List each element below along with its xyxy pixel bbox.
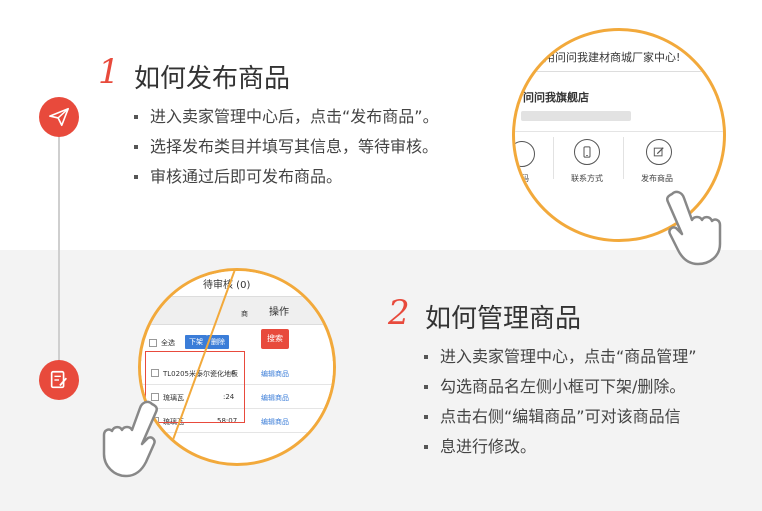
column-header-cut: 商 bbox=[241, 310, 248, 318]
hand-pointer-icon bbox=[102, 400, 159, 478]
edit-product-link[interactable]: 编辑商品 bbox=[261, 417, 289, 427]
column-header-action: 操作 bbox=[269, 307, 289, 318]
step-title: 如何管理商品 bbox=[425, 304, 582, 334]
timeline-line bbox=[58, 135, 60, 365]
step-number: 1 bbox=[98, 52, 120, 92]
edit-document-icon bbox=[39, 360, 79, 400]
icon-label: 码 bbox=[521, 174, 529, 183]
edit-product-link[interactable]: 编辑商品 bbox=[261, 393, 289, 403]
bullet-item: 息进行修改。 bbox=[420, 432, 697, 462]
select-all-label: 全选 bbox=[161, 339, 175, 347]
step-title: 如何发布商品 bbox=[134, 64, 291, 94]
divider bbox=[515, 71, 723, 72]
icon-label[interactable]: 联系方式 bbox=[571, 173, 603, 184]
bullet-item: 进入卖家管理中心，点击“商品管理” bbox=[420, 342, 697, 372]
phone-icon[interactable] bbox=[574, 139, 600, 165]
bullet-item: 勾选商品名左侧小框可下架/删除。 bbox=[420, 372, 697, 402]
welcome-banner: 使用问问我建材商城厂家中心! bbox=[533, 51, 681, 64]
step-bullets: 进入卖家管理中心，点击“商品管理” 勾选商品名左侧小框可下架/删除。 点击右侧“… bbox=[420, 342, 697, 462]
hand-pointer-icon bbox=[665, 190, 722, 266]
divider bbox=[515, 131, 723, 132]
zoom-circle-product-manage: ) 待审核 (0) 操作 商 全选 下架 删除 搜索 TL0205米泰尔瓷化地板… bbox=[138, 268, 336, 466]
step-number: 2 bbox=[388, 293, 410, 333]
bullet-item: 点击右侧“编辑商品”可对该商品信 bbox=[420, 402, 697, 432]
select-all-checkbox[interactable] bbox=[149, 339, 157, 347]
paper-plane-icon bbox=[39, 97, 79, 137]
bullet-text: 勾选商品名左侧小框可下架/删除。 bbox=[440, 377, 686, 396]
edit-product-link[interactable]: 编辑商品 bbox=[261, 369, 289, 379]
offshelf-button[interactable]: 下架 bbox=[185, 335, 207, 349]
blurred-text bbox=[521, 111, 631, 121]
bullet-item: 审核通过后即可发布商品。 bbox=[130, 162, 439, 192]
bullet-item: 选择发布类目并填写其信息，等待审核。 bbox=[130, 132, 439, 162]
divider bbox=[553, 137, 554, 179]
step-bullets: 进入卖家管理中心后，点击“发布商品”。 选择发布类目并填写其信息，等待审核。 审… bbox=[130, 102, 439, 192]
tab-fragment[interactable]: ) bbox=[175, 276, 179, 287]
tab-bar: ) 待审核 (0) bbox=[141, 271, 333, 297]
search-button[interactable]: 搜索 bbox=[261, 329, 289, 349]
partial-icon bbox=[515, 141, 535, 167]
bullet-text: 息进行修改。 bbox=[440, 437, 537, 456]
bullet-item: 进入卖家管理中心后，点击“发布商品”。 bbox=[130, 102, 439, 132]
divider bbox=[623, 137, 624, 179]
icon-label[interactable]: 发布商品 bbox=[641, 173, 673, 184]
table-header: 操作 商 bbox=[141, 297, 333, 325]
shop-name: 问问我旗舰店 bbox=[523, 91, 589, 104]
edit-icon[interactable] bbox=[646, 139, 672, 165]
